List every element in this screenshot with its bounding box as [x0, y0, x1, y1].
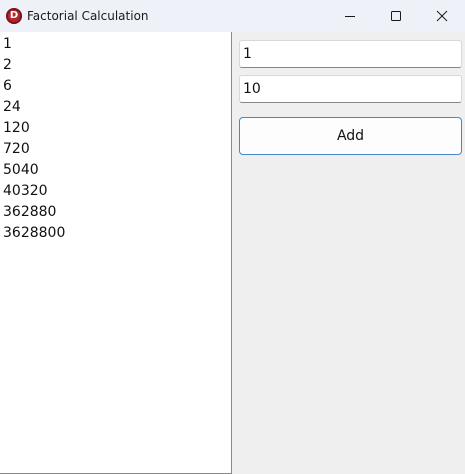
add-button[interactable]: Add	[239, 117, 462, 155]
list-item[interactable]: 1	[3, 34, 12, 55]
list-item[interactable]: 40320	[3, 181, 48, 202]
maximize-button[interactable]	[373, 0, 419, 32]
list-item[interactable]: 5040	[3, 160, 39, 181]
list-item[interactable]: 24	[3, 97, 21, 118]
list-item[interactable]: 720	[3, 139, 30, 160]
results-list[interactable]: 1 2 6 24 120 720 5040 40320 362880 36288…	[0, 32, 232, 474]
start-value-input[interactable]	[239, 40, 462, 68]
list-item[interactable]: 120	[3, 118, 30, 139]
minimize-button[interactable]	[327, 0, 373, 32]
close-icon	[436, 10, 448, 22]
maximize-icon	[391, 11, 401, 21]
window-title: Factorial Calculation	[27, 9, 149, 23]
close-button[interactable]	[419, 0, 465, 32]
d-logo-icon: D	[6, 8, 22, 24]
d-logo-glyph: D	[9, 10, 19, 21]
list-item[interactable]: 6	[3, 76, 12, 97]
title-bar[interactable]: D Factorial Calculation	[0, 0, 465, 32]
minimize-icon	[345, 16, 355, 17]
end-value-input[interactable]	[239, 75, 462, 103]
list-item[interactable]: 3628800	[3, 223, 65, 244]
app-window: D Factorial Calculation 1 2 6 24 120 720…	[0, 0, 465, 474]
list-item[interactable]: 362880	[3, 202, 56, 223]
list-item[interactable]: 2	[3, 55, 12, 76]
